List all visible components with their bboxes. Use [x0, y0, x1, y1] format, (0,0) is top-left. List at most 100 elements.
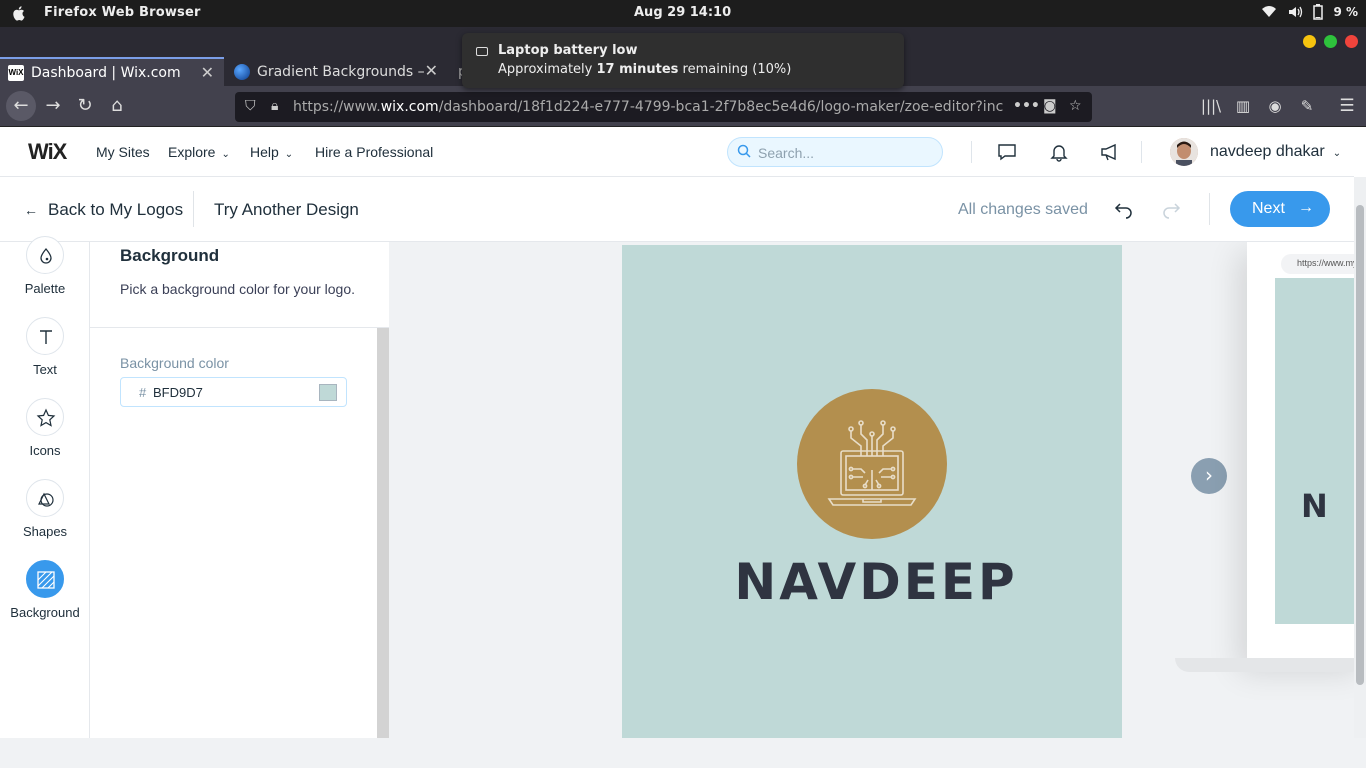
battery-percent: 9 %	[1333, 5, 1358, 19]
system-tray[interactable]: 9 %	[1261, 4, 1358, 20]
background-panel: Background Pick a background color for y…	[90, 242, 389, 738]
nav-my-sites[interactable]: My Sites	[96, 144, 150, 160]
next-button[interactable]: Next →	[1230, 191, 1330, 227]
shapes-icon	[26, 479, 64, 517]
palette-icon	[26, 236, 64, 274]
chevron-down-icon: ⌄	[221, 149, 230, 160]
chat-icon[interactable]	[996, 141, 1018, 163]
mockup-laptop-base	[1175, 658, 1354, 672]
next-preview-button[interactable]: ›	[1191, 458, 1227, 494]
url-text[interactable]: https://www.wix.com/dashboard/18f1d224-e…	[293, 99, 1003, 115]
close-tab-icon[interactable]: ✕	[201, 63, 214, 82]
tool-palette[interactable]: Palette	[0, 236, 90, 296]
arrow-left-icon: ←	[24, 202, 38, 218]
app-name[interactable]: Firefox Web Browser	[44, 5, 201, 20]
divider	[193, 191, 194, 227]
scrollbar-thumb[interactable]	[1356, 205, 1364, 685]
wifi-icon	[1262, 6, 1277, 17]
divider	[1141, 141, 1142, 163]
tool-shapes[interactable]: Shapes	[0, 479, 90, 539]
background-color-input[interactable]: # BFD9D7	[120, 377, 347, 407]
tool-label: Shapes	[22, 524, 68, 539]
divider	[1209, 193, 1210, 225]
hex-value[interactable]: BFD9D7	[153, 385, 203, 400]
editor-toolbar: ← Back to My Logos Try Another Design All…	[0, 177, 1354, 242]
undo-icon[interactable]	[1113, 198, 1135, 220]
save-status: All changes saved	[958, 201, 1088, 218]
nav-hire-professional[interactable]: Hire a Professional	[315, 144, 433, 160]
close-window-button[interactable]	[1345, 35, 1358, 48]
wix-header: WiX My Sites Explore ⌄ Help ⌄ Hire a Profe…	[0, 127, 1354, 177]
tool-icons[interactable]: Icons	[0, 398, 90, 458]
battery-low-icon	[476, 47, 488, 56]
search-placeholder: Search...	[758, 145, 815, 161]
bookmark-star-icon[interactable]: ☆	[1069, 98, 1082, 114]
panel-description: Pick a background color for your logo.	[120, 281, 356, 297]
hash-prefix: #	[139, 385, 147, 400]
website-mockup: https://www.my N	[1247, 242, 1354, 662]
text-icon	[26, 317, 64, 355]
reload-button[interactable]: ↻	[72, 93, 98, 119]
library-icon[interactable]: |||\	[1198, 93, 1224, 119]
more-actions-icon[interactable]: •••	[1013, 98, 1040, 114]
tool-background[interactable]: Background	[0, 560, 90, 620]
tool-label: Palette	[24, 281, 66, 296]
color-swatch[interactable]	[319, 384, 337, 401]
back-button[interactable]: ←	[6, 91, 36, 121]
search-input[interactable]: Search...	[727, 137, 943, 167]
pocket-icon[interactable]: ◙	[1043, 98, 1057, 114]
divider	[971, 141, 972, 163]
minimize-button[interactable]	[1303, 35, 1316, 48]
notification-title: Laptop battery low	[498, 43, 638, 58]
close-tab-icon[interactable]: ✕	[425, 61, 438, 80]
wix-logo[interactable]: WiX	[28, 139, 67, 165]
bell-icon[interactable]	[1048, 141, 1070, 163]
redo-icon[interactable]	[1160, 198, 1182, 220]
url-bar[interactable]: ⛉ 🔒︎ https://www.wix.com/dashboard/18f1d…	[235, 92, 1092, 122]
nav-help[interactable]: Help ⌄	[250, 144, 293, 160]
tab-dashboard[interactable]: WiX Dashboard | Wix.com ✕	[0, 57, 224, 86]
page-scrollbar[interactable]	[1354, 177, 1366, 738]
apple-icon[interactable]	[10, 4, 28, 22]
forward-button[interactable]: →	[40, 93, 66, 119]
username[interactable]: navdeep dhakar ⌄	[1210, 143, 1341, 161]
volume-icon	[1289, 6, 1303, 18]
avatar[interactable]	[1170, 138, 1198, 166]
chevron-right-icon: ›	[1205, 463, 1213, 487]
tool-text[interactable]: Text	[0, 317, 90, 377]
menu-icon[interactable]: ☰	[1334, 93, 1360, 119]
clock[interactable]: Aug 29 14:10	[634, 5, 731, 20]
logo-preview[interactable]: NAVDEEP	[622, 245, 1122, 738]
maximize-button[interactable]	[1324, 35, 1337, 48]
divider	[90, 327, 389, 328]
logo-emblem[interactable]	[797, 389, 947, 539]
tool-label: Icons	[29, 443, 61, 458]
account-icon[interactable]: ◉	[1262, 93, 1288, 119]
mockup-url: https://www.my	[1281, 254, 1354, 274]
notification-body: Approximately 17 minutes remaining (10%)	[498, 62, 792, 77]
shield-icon[interactable]: ⛉	[245, 98, 256, 114]
megaphone-icon[interactable]	[1099, 141, 1121, 163]
search-icon	[737, 144, 751, 158]
background-icon	[26, 560, 64, 598]
tab-gradient-backgrounds[interactable]: Gradient Backgrounds – ✕	[226, 57, 448, 86]
tab-label: Gradient Backgrounds –	[257, 63, 425, 80]
sidebar-icon[interactable]: ▥	[1230, 93, 1256, 119]
bottom-strip	[0, 738, 1366, 768]
chevron-down-icon: ⌄	[284, 149, 294, 160]
home-button[interactable]: ⌂	[104, 93, 130, 119]
logo-text[interactable]: NAVDEEP	[622, 553, 1130, 611]
back-to-logos-link[interactable]: ← Back to My Logos	[24, 200, 183, 220]
browser-nav-bar: ← → ↻ ⌂ ⛉ 🔒︎ https://www.wix.com/dashboa…	[0, 86, 1366, 127]
try-another-design-link[interactable]: Try Another Design	[214, 200, 359, 220]
lock-icon[interactable]: 🔒︎	[271, 98, 278, 114]
logo-canvas: NAVDEEP › https://www.my N	[389, 242, 1354, 738]
panel-scrollbar[interactable]	[377, 328, 389, 738]
window-controls	[1303, 35, 1358, 48]
nav-explore[interactable]: Explore ⌄	[168, 144, 230, 160]
circuit-laptop-icon	[827, 420, 917, 506]
battery-notification[interactable]: Laptop battery low Approximately 17 minu…	[462, 33, 904, 88]
extension-icon[interactable]: ✎	[1294, 93, 1320, 119]
panel-title: Background	[120, 246, 220, 265]
chevron-down-icon: ⌄	[1332, 148, 1342, 159]
